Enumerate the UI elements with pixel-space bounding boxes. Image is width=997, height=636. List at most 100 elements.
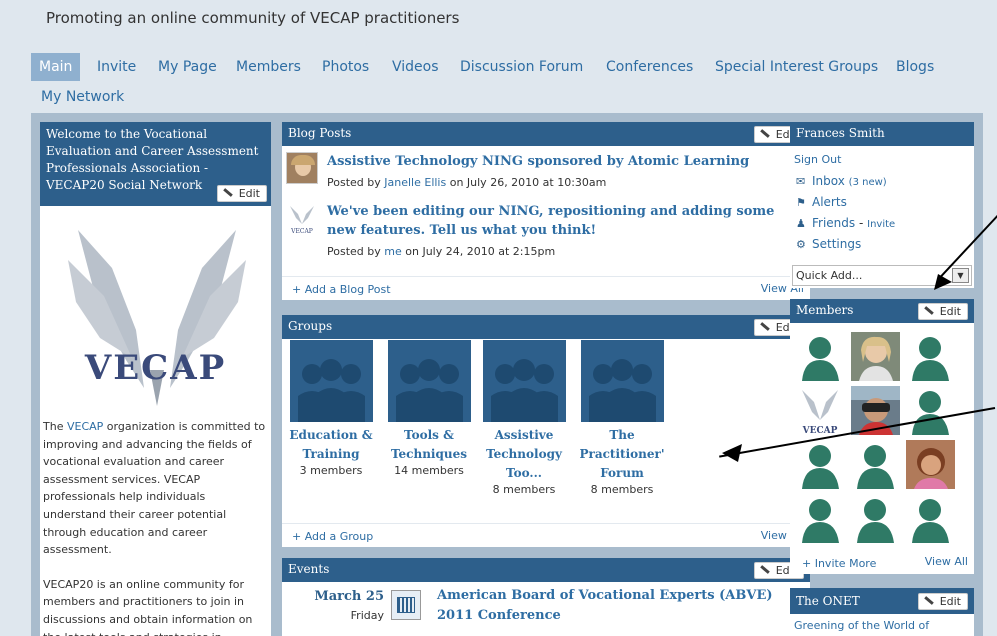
calendar-icon (391, 590, 421, 620)
member-vecap-mini: VECAP (802, 426, 838, 435)
tab-my-page[interactable]: My Page (158, 53, 217, 81)
invite-more-link[interactable]: + Invite More (802, 557, 876, 570)
member-avatar[interactable]: VECAP (796, 386, 845, 435)
invite-friends-link[interactable]: Invite (867, 219, 895, 230)
members-grid: VECAP (790, 329, 974, 545)
tab-videos[interactable]: Videos (392, 53, 439, 81)
member-avatar[interactable] (796, 440, 845, 489)
member-avatar[interactable] (851, 494, 900, 543)
tab-conferences[interactable]: Conferences (606, 53, 693, 81)
group-name[interactable]: Assistive Technology Too... (479, 426, 569, 483)
onet-link[interactable]: Greening of the World of (794, 619, 929, 632)
tab-main[interactable]: Main (31, 53, 81, 81)
group-member-count: 3 members (299, 464, 363, 477)
member-avatar[interactable] (796, 494, 845, 543)
member-avatar[interactable] (906, 332, 955, 381)
events-header: Events Edit (282, 558, 810, 582)
members-footer: + Invite More View All (790, 550, 974, 574)
blog-post-1-author[interactable]: Janelle Ellis (384, 176, 446, 189)
blog-post-1-title[interactable]: Assistive Technology NING sponsored by A… (327, 152, 807, 171)
welcome-edit-button[interactable]: Edit (216, 185, 267, 202)
blog-post-2: We've been editing our NING, repositioni… (327, 202, 807, 258)
blog-posts-module: Blog Posts Edit Assistive Technology NIN… (282, 122, 810, 300)
sign-out-link[interactable]: Sign Out (794, 153, 841, 166)
onet-edit-button[interactable]: Edit (917, 593, 968, 610)
group-name[interactable]: The Practitioner' Forum (577, 426, 667, 483)
blog-post-1-meta: Posted by Janelle Ellis on July 26, 2010… (327, 176, 607, 189)
blog-posts-title: Blog Posts (288, 126, 352, 140)
group-member-count: 8 members (590, 483, 654, 496)
onet-title: The ONET (796, 594, 860, 608)
group-people-icon (387, 340, 471, 422)
tab-special-interest-groups[interactable]: Special Interest Groups (715, 53, 878, 81)
member-avatar[interactable] (851, 332, 900, 381)
gear-icon: ⚙ (796, 238, 806, 251)
user-links: ✉ Inbox (3 new) ⚑ Alerts ♟ Friends - Invite… (796, 171, 895, 255)
tab-invite[interactable]: Invite (97, 53, 136, 81)
blog-post-2-author[interactable]: me (384, 245, 401, 258)
group-name[interactable]: Tools & Techniques (384, 426, 474, 464)
tagline: Promoting an online community of VECAP p… (46, 9, 460, 27)
vecap-link[interactable]: VECAP (67, 420, 103, 433)
pencil-icon (222, 187, 233, 197)
settings-link[interactable]: ⚙ Settings (796, 234, 895, 255)
group-people-icon (482, 340, 566, 422)
blog-posts-header: Blog Posts Edit (282, 122, 810, 146)
blog-post-1-avatar[interactable] (286, 152, 318, 184)
group-member-count: 8 members (492, 483, 556, 496)
group-card[interactable]: Assistive Technology Too... 8 members (479, 340, 569, 496)
members-title: Members (796, 303, 854, 317)
pencil-icon (759, 321, 770, 331)
user-module: Frances Smith Sign Out ✉ Inbox (3 new) ⚑ A… (790, 122, 974, 288)
pencil-icon (923, 595, 934, 605)
group-card[interactable]: Tools & Techniques 14 members (384, 340, 474, 477)
blog-footer: + Add a Blog Post View All (282, 276, 810, 300)
svg-text:VECAP: VECAP (290, 228, 313, 235)
add-group-link[interactable]: + Add a Group (292, 530, 373, 543)
blog-post-2-title[interactable]: We've been editing our NING, repositioni… (327, 202, 807, 240)
tab-discussion-forum[interactable]: Discussion Forum (460, 53, 583, 81)
tab-my-network[interactable]: My Network (41, 83, 124, 111)
onet-header: The ONET Edit (790, 588, 974, 614)
event-day: Friday (350, 609, 384, 622)
member-avatar[interactable] (906, 440, 955, 489)
envelope-icon: ✉ (796, 175, 806, 188)
blog-post-2-meta: Posted by me on July 24, 2010 at 2:15pm (327, 245, 556, 258)
tab-photos[interactable]: Photos (322, 53, 369, 81)
member-avatar[interactable] (796, 332, 845, 381)
alerts-link[interactable]: ⚑ Alerts (796, 192, 895, 213)
pencil-icon (923, 305, 934, 315)
group-people-icon (289, 340, 373, 422)
groups-title: Groups (288, 319, 333, 333)
person-icon: ♟ (796, 217, 806, 230)
members-edit-button[interactable]: Edit (917, 303, 968, 320)
pencil-icon (759, 128, 770, 138)
member-avatar[interactable] (851, 440, 900, 489)
members-module: Members Edit VECAP + Invite More View Al… (790, 299, 974, 574)
tab-blogs[interactable]: Blogs (896, 53, 934, 81)
welcome-module: Welcome to the Vocational Evaluation and… (40, 122, 271, 636)
add-blog-post-link[interactable]: + Add a Blog Post (292, 283, 391, 296)
event-date: March 25 (314, 589, 384, 604)
events-module: Events Edit March 25 Friday American Boa… (282, 558, 810, 636)
arrowhead-icon (722, 444, 742, 462)
onet-module: The ONET Edit Greening of the World of (790, 588, 974, 636)
inbox-link[interactable]: ✉ Inbox (3 new) (796, 171, 895, 192)
group-name[interactable]: Education & Training (286, 426, 376, 464)
members-view-all-link[interactable]: View All (925, 555, 968, 568)
blog-post-1: Assistive Technology NING sponsored by A… (327, 152, 807, 189)
welcome-paragraph-2: VECAP20 is an online community for membe… (43, 577, 253, 636)
friends-link[interactable]: ♟ Friends - Invite (796, 213, 895, 234)
main-nav: Main Invite My Page Members Photos Video… (31, 53, 983, 110)
event-title[interactable]: American Board of Vocational Experts (AB… (437, 586, 802, 626)
group-member-count: 14 members (394, 464, 464, 477)
group-card[interactable]: Education & Training 3 members (286, 340, 376, 477)
group-card[interactable]: The Practitioner' Forum 8 members (577, 340, 667, 496)
user-name: Frances Smith (796, 126, 885, 140)
member-avatar[interactable] (906, 386, 955, 435)
members-header: Members Edit (790, 299, 974, 323)
member-avatar[interactable] (906, 494, 955, 543)
group-people-icon (580, 340, 664, 422)
blog-post-2-avatar[interactable]: VECAP (286, 202, 318, 236)
tab-members[interactable]: Members (236, 53, 301, 81)
